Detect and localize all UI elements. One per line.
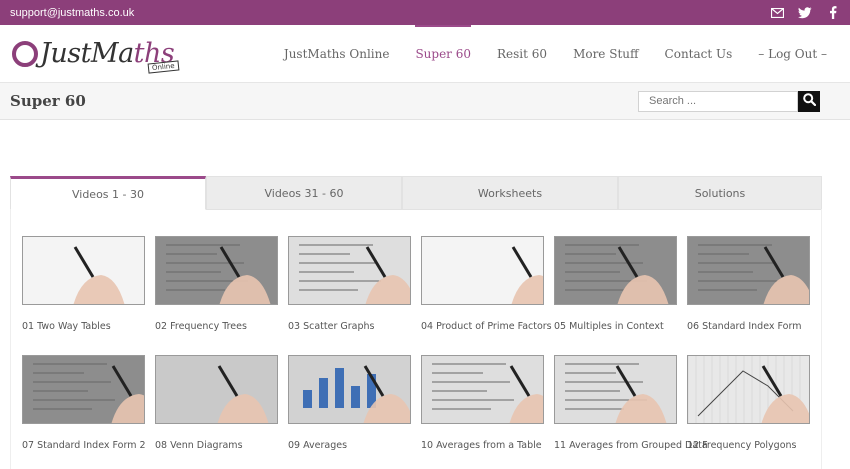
video-card[interactable]: 03 Scatter Graphs [288,236,411,332]
video-card[interactable]: 07 Standard Index Form 2 [22,355,146,451]
video-caption[interactable]: 09 Averages [288,440,411,451]
video-caption[interactable]: 01 Two Way Tables [22,321,145,332]
tab-videos-1-30[interactable]: Videos 1 - 30 [10,176,206,210]
nav-resit-60[interactable]: Resit 60 [484,25,560,83]
logo-ring [12,40,38,67]
nav-more-stuff[interactable]: More Stuff [560,25,651,83]
search-icon [802,93,816,109]
video-card[interactable]: 05 Multiples in Context [554,236,677,332]
tab-videos-31-60[interactable]: Videos 31 - 60 [206,176,402,210]
video-thumbnail[interactable] [155,355,278,424]
video-caption[interactable]: 04 Product of Prime Factors [421,321,552,332]
video-card[interactable]: 08 Venn Diagrams [155,355,278,451]
tab-solutions[interactable]: Solutions [618,176,822,210]
video-caption[interactable]: 05 Multiples in Context [554,321,677,332]
video-thumbnail[interactable] [554,355,677,424]
video-card[interactable]: 12 Frequency Polygons [687,355,810,451]
video-caption[interactable]: 03 Scatter Graphs [288,321,411,332]
video-thumbnail[interactable] [22,355,145,424]
video-caption[interactable]: 12 Frequency Polygons [687,440,810,451]
video-caption[interactable]: 08 Venn Diagrams [155,440,278,451]
site-header: JustMaths Online JustMaths Online Super … [0,24,850,83]
video-thumbnail[interactable] [288,236,411,305]
video-card[interactable]: 10 Averages from a Table [421,355,544,451]
social-links [770,6,840,20]
facebook-icon[interactable] [826,6,840,20]
envelope-icon[interactable] [770,6,784,20]
video-thumbnail[interactable] [687,236,810,305]
video-card[interactable]: 02 Frequency Trees [155,236,278,332]
video-card[interactable]: 09 Averages [288,355,411,451]
video-caption[interactable]: 02 Frequency Trees [155,321,278,332]
video-tabs: Videos 1 - 30 Videos 31 - 60 Worksheets … [10,176,822,210]
search-form [638,90,820,112]
video-caption[interactable]: 06 Standard Index Form [687,321,810,332]
nav-justmaths-online[interactable]: JustMaths Online [271,25,403,83]
video-card[interactable]: 06 Standard Index Form [687,236,810,332]
video-card[interactable]: 11 Averages from Grouped Data [554,355,708,451]
nav-contact-us[interactable]: Contact Us [652,25,746,83]
video-thumbnail[interactable] [288,355,411,424]
main-nav: JustMaths Online Super 60 Resit 60 More … [271,24,840,83]
video-thumbnail[interactable] [421,355,544,424]
twitter-icon[interactable] [798,6,812,20]
tab-worksheets[interactable]: Worksheets [402,176,618,210]
video-card[interactable]: 04 Product of Prime Factors [421,236,552,332]
search-button[interactable] [798,90,820,112]
top-bar: support@justmaths.co.uk [0,0,850,25]
video-thumbnail[interactable] [421,236,544,305]
video-caption[interactable]: 10 Averages from a Table [421,440,544,451]
video-thumbnail[interactable] [554,236,677,305]
video-thumbnail[interactable] [687,355,810,424]
video-thumbnail[interactable] [22,236,145,305]
page-title-bar: Super 60 [0,83,850,120]
nav-log-out[interactable]: – Log Out – [745,25,840,83]
page-title: Super 60 [10,92,86,110]
support-email-link[interactable]: support@justmaths.co.uk [10,7,134,19]
video-card[interactable]: 01 Two Way Tables [22,236,145,332]
justmaths-logo[interactable]: JustMaths Online [12,30,179,78]
search-input[interactable] [638,90,798,112]
nav-super-60[interactable]: Super 60 [402,24,484,83]
video-thumbnail[interactable] [155,236,278,305]
video-caption[interactable]: 07 Standard Index Form 2 [22,440,146,451]
video-caption[interactable]: 11 Averages from Grouped Data [554,440,708,451]
